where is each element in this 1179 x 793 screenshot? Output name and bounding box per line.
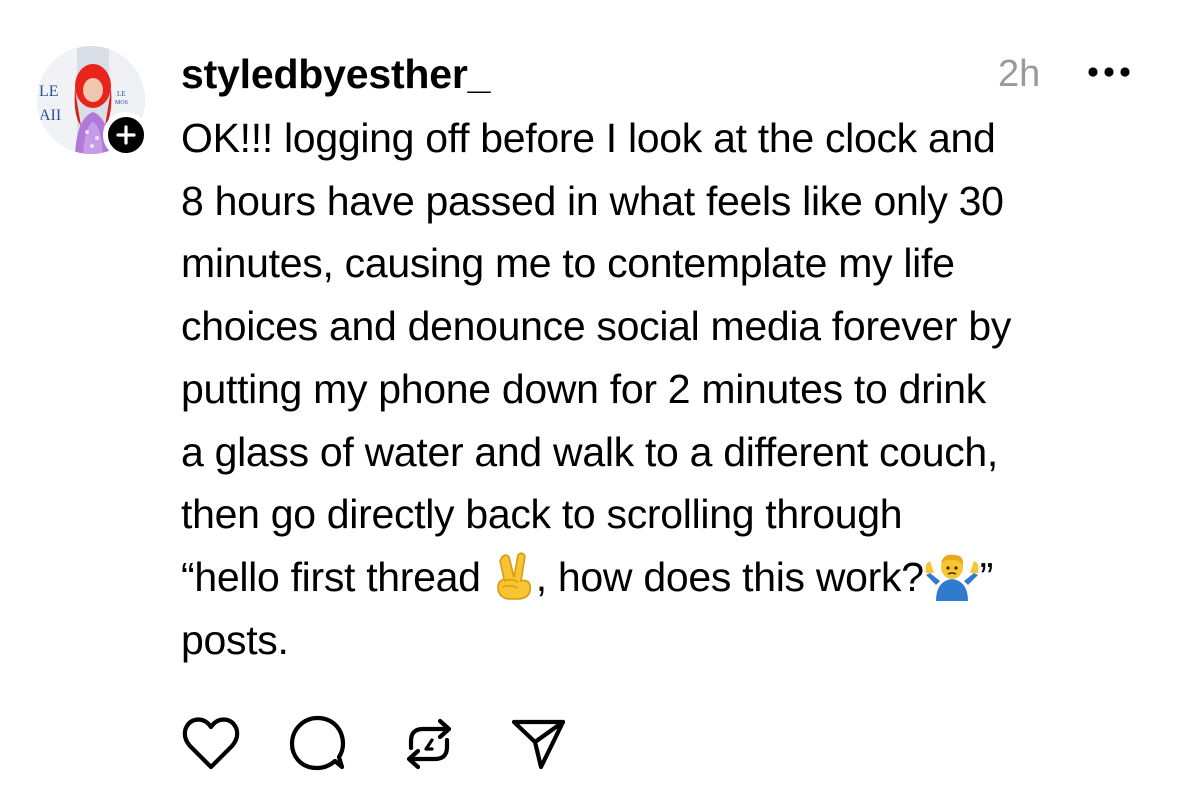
thread-post: LE AII LE MOS styledbyesther_ 2h OK!!! l… [0,0,1179,793]
post-line: then go directly back to scrolling throu… [181,491,903,538]
follow-button[interactable] [103,112,149,158]
like-icon [182,717,240,770]
share-button[interactable] [509,714,569,774]
svg-text:LE: LE [39,83,59,100]
post-line-segment: ” [979,553,994,600]
timestamp: 2h [998,53,1041,95]
victory-hand-emoji [492,551,536,601]
post-body: OK!!! logging off before I look at the c… [181,107,1161,671]
avatar-container: LE AII LE MOS [37,46,149,158]
repost-button[interactable] [399,714,459,774]
more-options-button[interactable] [1082,52,1136,92]
post-line: choices and denounce social media foreve… [181,303,1012,350]
post-line-segment: “hello first thread [181,553,492,600]
svg-text:AII: AII [39,107,61,124]
post-line: 8 hours have passed in what feels like o… [181,177,1004,224]
repost-icon [406,718,452,770]
post-line: minutes, causing me to contemplate my li… [181,240,955,287]
username[interactable]: styledbyesther_ [181,50,490,98]
post-line: putting my phone down for 2 minutes to d… [181,365,986,412]
svg-text:MOS: MOS [115,100,128,106]
like-button[interactable] [181,714,241,774]
more-options-icon [1088,67,1130,77]
share-icon [511,719,566,770]
person-shrugging-emoji [924,551,980,602]
post-line: posts. [181,616,289,663]
post-line: OK!!! logging off before I look at the c… [181,115,996,161]
plus-icon [116,125,136,145]
post-line-with-emoji: “hello first thread , how does this work… [181,546,1161,609]
comment-icon [289,715,346,771]
post-line-segment: , how does this work? [535,553,924,600]
svg-text:LE: LE [117,90,126,98]
comment-button[interactable] [288,714,348,774]
post-line: a glass of water and walk to a different… [181,428,999,475]
